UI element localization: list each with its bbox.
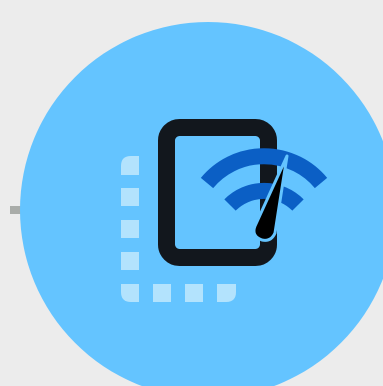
icon-circle-background (20, 22, 383, 386)
network-speed-monitor-icon (20, 22, 383, 386)
icon-canvas (0, 0, 383, 386)
